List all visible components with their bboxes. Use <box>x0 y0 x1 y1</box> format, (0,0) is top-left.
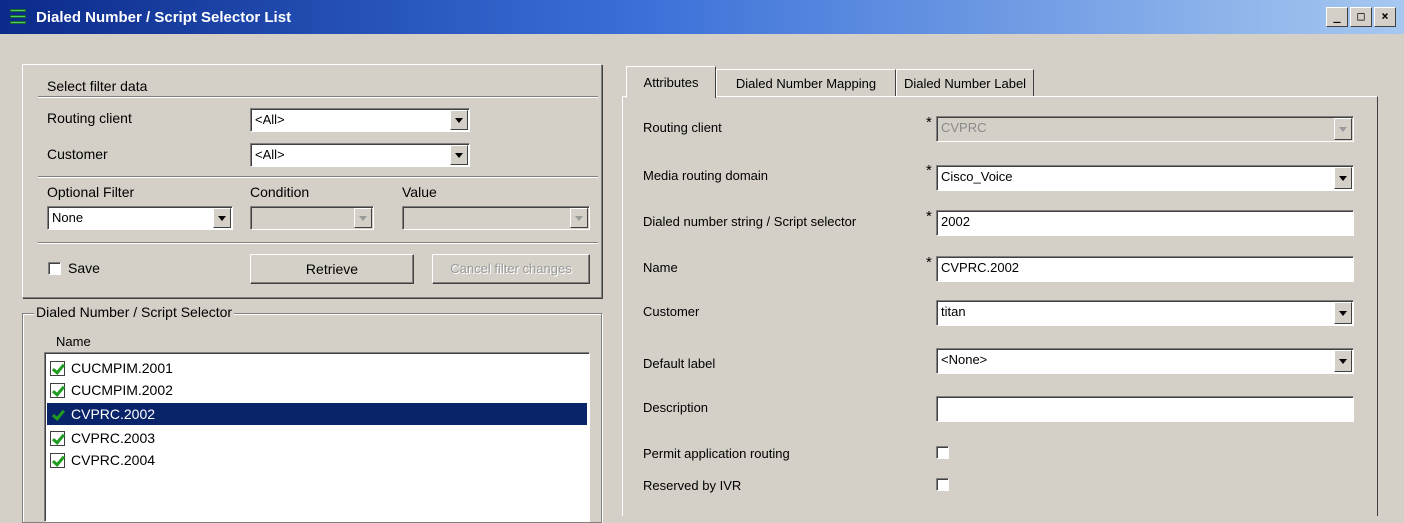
chevron-down-icon <box>570 208 588 228</box>
customer-label: Customer <box>643 304 700 319</box>
dialed-number-list[interactable]: CUCMPIM.2001 CUCMPIM.2002 CVPRC.2002 CVP… <box>44 352 590 522</box>
title-bar[interactable]: Dialed Number / Script Selector List _ □… <box>0 0 1404 34</box>
save-label: Save <box>68 260 100 276</box>
window-title: Dialed Number / Script Selector List <box>36 8 292 26</box>
list-item-name: CVPRC.2002 <box>71 406 156 422</box>
required-marker: * <box>926 208 932 225</box>
required-marker: * <box>926 114 932 131</box>
filter-routing-client-label: Routing client <box>47 110 132 126</box>
chevron-down-icon <box>354 208 372 228</box>
list-column-header: Name <box>56 334 91 349</box>
retrieve-button[interactable]: Retrieve <box>250 254 414 284</box>
chevron-down-icon[interactable] <box>1334 167 1352 189</box>
chevron-down-icon[interactable] <box>1334 350 1352 372</box>
list-item[interactable]: CVPRC.2003 <box>47 427 587 449</box>
reserved-by-ivr-checkbox[interactable] <box>936 478 949 491</box>
value-combo <box>402 206 590 230</box>
dialed-number-string-input[interactable]: 2002 <box>936 210 1354 236</box>
media-routing-domain-label: Media routing domain <box>643 168 769 183</box>
check-icon <box>50 360 65 376</box>
reserved-by-ivr-label: Reserved by IVR <box>643 478 742 493</box>
dialed-number-string-value: 2002 <box>941 214 970 229</box>
attr-routing-client-combo: CVPRC <box>936 116 1354 142</box>
attr-routing-client-value: CVPRC <box>941 120 987 135</box>
default-label-combo[interactable]: <None> <box>936 348 1354 374</box>
minimize-button[interactable]: _ <box>1326 7 1348 27</box>
list-item-selected[interactable]: CVPRC.2002 <box>47 403 587 425</box>
dialed-number-string-label: Dialed number string / Script selector <box>643 214 857 229</box>
app-icon <box>8 7 28 27</box>
dialed-number-group-title: Dialed Number / Script Selector <box>34 304 235 320</box>
name-value: CVPRC.2002 <box>941 260 1020 275</box>
required-marker: * <box>926 254 932 271</box>
list-item[interactable]: CUCMPIM.2001 <box>47 357 587 379</box>
cancel-filter-changes-button: Cancel filter changes <box>432 254 590 284</box>
list-item[interactable]: CUCMPIM.2002 <box>47 379 587 401</box>
chevron-down-icon[interactable] <box>213 208 231 228</box>
name-label: Name <box>643 260 678 275</box>
media-routing-domain-combo[interactable]: Cisco_Voice <box>936 165 1354 191</box>
condition-label: Condition <box>250 184 310 200</box>
check-icon <box>50 407 65 422</box>
chevron-down-icon[interactable] <box>1334 302 1352 324</box>
media-routing-domain-value: Cisco_Voice <box>941 169 1013 184</box>
tab-attributes[interactable]: Attributes <box>626 66 716 98</box>
filter-customer-label: Customer <box>47 146 108 162</box>
filter-routing-client-value: <All> <box>255 112 285 127</box>
filter-divider-3 <box>38 242 598 244</box>
chevron-down-icon[interactable] <box>450 110 468 130</box>
check-icon <box>50 382 65 398</box>
filter-routing-client-combo[interactable]: <All> <box>250 108 470 132</box>
customer-combo[interactable]: titan <box>936 300 1354 326</box>
description-input[interactable] <box>936 396 1354 422</box>
permit-app-routing-label: Permit application routing <box>643 446 790 461</box>
optional-filter-value: None <box>52 210 84 225</box>
list-item[interactable]: CVPRC.2004 <box>47 449 587 471</box>
filter-customer-value: <All> <box>255 147 285 162</box>
filter-customer-combo[interactable]: <All> <box>250 143 470 167</box>
required-marker: * <box>926 162 932 179</box>
filter-divider-2 <box>38 176 598 178</box>
optional-filter-combo[interactable]: None <box>47 206 233 230</box>
tab-dialed-number-label[interactable]: Dialed Number Label <box>896 69 1034 97</box>
list-item-name: CUCMPIM.2001 <box>71 360 173 376</box>
default-label-value: <None> <box>941 352 988 367</box>
customer-value: titan <box>941 304 966 319</box>
filter-group-title: Select filter data <box>47 78 148 94</box>
attr-routing-client-label: Routing client <box>643 120 722 135</box>
list-item-name: CVPRC.2004 <box>71 452 156 468</box>
description-label: Description <box>643 400 709 415</box>
filter-divider <box>38 96 598 98</box>
close-button[interactable]: × <box>1374 7 1396 27</box>
name-input[interactable]: CVPRC.2002 <box>936 256 1354 282</box>
chevron-down-icon[interactable] <box>450 145 468 165</box>
permit-app-routing-checkbox[interactable] <box>936 446 949 459</box>
save-checkbox[interactable] <box>48 262 61 275</box>
value-label: Value <box>402 184 437 200</box>
list-item-name: CUCMPIM.2002 <box>71 382 173 398</box>
condition-combo <box>250 206 374 230</box>
optional-filter-label: Optional Filter <box>47 184 135 200</box>
check-icon <box>50 430 65 446</box>
check-icon <box>50 452 65 468</box>
list-item-name: CVPRC.2003 <box>71 430 156 446</box>
maximize-button[interactable]: □ <box>1350 7 1372 27</box>
tab-dialed-number-mapping[interactable]: Dialed Number Mapping <box>716 69 896 97</box>
chevron-down-icon <box>1334 118 1352 140</box>
default-label-label: Default label <box>643 356 716 371</box>
